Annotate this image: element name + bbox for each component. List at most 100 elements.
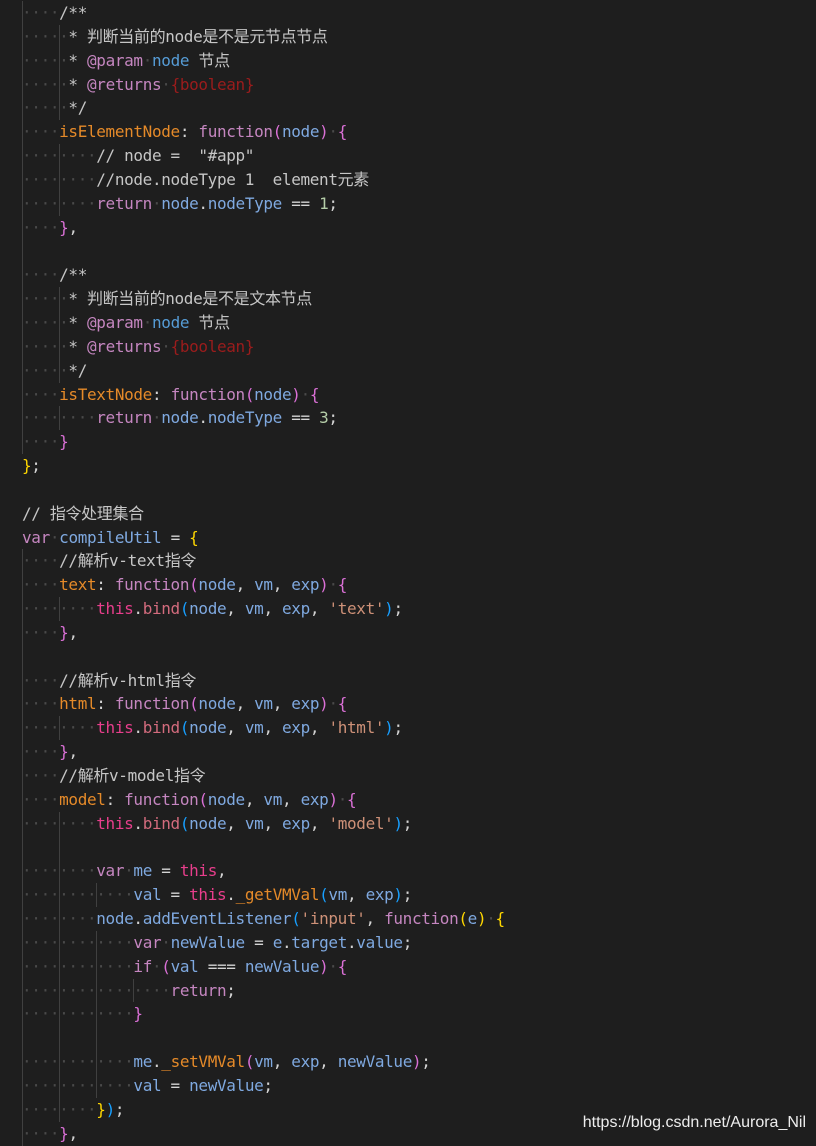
code-token: , bbox=[226, 599, 245, 619]
code-line[interactable]: var·compileUtil = { bbox=[22, 526, 816, 550]
code-token: this bbox=[96, 599, 134, 619]
code-token: , bbox=[263, 813, 283, 833]
whitespace-marker: ············ bbox=[22, 956, 134, 976]
whitespace-marker: ············ bbox=[22, 1052, 134, 1072]
code-line[interactable] bbox=[22, 644, 816, 669]
code-token: ; bbox=[114, 1099, 125, 1119]
code-line[interactable]: ·····* @returns·{boolean} bbox=[22, 72, 816, 97]
indent-guide bbox=[22, 382, 23, 407]
indent-guide bbox=[59, 1002, 60, 1027]
code-line[interactable]: ········var·me = this, bbox=[22, 859, 816, 884]
code-token: ( bbox=[198, 789, 208, 809]
indent-guide bbox=[22, 358, 23, 383]
code-token: ) bbox=[476, 909, 487, 929]
code-line[interactable]: ····//解析v-model指令 bbox=[22, 764, 816, 788]
watermark-url: https://blog.csdn.net/Aurora_Nil bbox=[582, 1114, 806, 1131]
code-token: ; bbox=[393, 599, 403, 619]
code-line[interactable]: ····text: function(node, vm, exp)·{ bbox=[22, 573, 816, 598]
code-token: . bbox=[151, 1052, 162, 1072]
code-line[interactable]: ·····* @param·node 节点 bbox=[22, 48, 816, 73]
code-token: exp bbox=[282, 813, 310, 833]
code-token: ) bbox=[411, 1052, 422, 1072]
code-token: ; bbox=[393, 718, 403, 738]
code-line[interactable]: ·····* @returns·{boolean} bbox=[22, 334, 816, 359]
code-token: ; bbox=[402, 885, 413, 905]
code-line[interactable] bbox=[22, 1026, 816, 1051]
code-line[interactable]: }; bbox=[22, 454, 816, 478]
code-token: vm bbox=[254, 575, 273, 595]
code-token: this bbox=[179, 861, 217, 881]
code-line[interactable]: ·····*/ bbox=[22, 358, 816, 383]
code-token: } bbox=[133, 1004, 143, 1024]
code-line[interactable]: ················return; bbox=[22, 978, 816, 1003]
code-line[interactable]: ········// node = "#app" bbox=[22, 144, 816, 168]
code-token: ) bbox=[291, 384, 301, 404]
code-line[interactable]: ····} bbox=[22, 430, 816, 455]
code-token: @returns bbox=[87, 74, 162, 94]
code-line[interactable]: ····}, bbox=[22, 620, 816, 645]
code-line[interactable]: ········this.bind(node, vm, exp, 'text')… bbox=[22, 597, 816, 621]
code-line[interactable]: ············if·(val === newValue)·{ bbox=[22, 954, 816, 979]
code-token: function bbox=[384, 909, 459, 929]
indent-guide bbox=[22, 1050, 23, 1074]
code-token: text bbox=[59, 575, 97, 595]
code-line[interactable]: ····}, bbox=[22, 740, 816, 764]
code-token: isTextNode bbox=[59, 384, 152, 404]
code-line[interactable]: ·····*/ bbox=[22, 96, 816, 121]
whitespace-marker: ············ bbox=[22, 885, 134, 905]
code-line[interactable]: ····}, bbox=[22, 215, 816, 240]
indent-guide bbox=[22, 48, 23, 73]
indent-guide bbox=[59, 859, 60, 884]
code-line[interactable]: ············val = this._getVMVal(vm, exp… bbox=[22, 883, 816, 908]
code-line[interactable]: ············me._setVMVal(vm, exp, newVal… bbox=[22, 1050, 816, 1074]
code-token: { bbox=[347, 789, 357, 809]
code-line[interactable]: ········//node.nodeType 1 element元素 bbox=[22, 167, 816, 192]
code-line[interactable]: ····isElementNode: function(node)·{ bbox=[22, 120, 816, 145]
code-line[interactable]: ········return·node.nodeType == 3; bbox=[22, 406, 816, 431]
code-token: nodeType bbox=[207, 193, 283, 213]
code-line[interactable]: ····model: function(node, vm, exp)·{ bbox=[22, 787, 816, 812]
indent-guide bbox=[22, 24, 23, 49]
code-line[interactable]: ·····* 判断当前的node是不是元节点节点 bbox=[22, 24, 816, 49]
indent-guide bbox=[22, 406, 23, 431]
code-token: . bbox=[133, 813, 143, 833]
code-editor[interactable]: ····/** ·····* 判断当前的node是不是元节点节点 ·····* @p… bbox=[22, 1, 816, 1146]
code-line[interactable]: ····isTextNode: function(node)·{ bbox=[22, 382, 816, 407]
code-line[interactable]: ············var·newValue = e.target.valu… bbox=[22, 930, 816, 955]
code-token: node bbox=[152, 312, 190, 332]
code-token: == bbox=[281, 408, 320, 428]
code-token: * 判断当前的node是不是元节点节点 bbox=[68, 26, 328, 46]
indent-guide bbox=[59, 835, 60, 860]
code-line[interactable]: ·····* @param·node 节点 bbox=[22, 310, 816, 335]
whitespace-marker: ···· bbox=[22, 122, 60, 142]
code-line[interactable]: ········this.bind(node, vm, exp, 'html')… bbox=[22, 716, 816, 741]
code-line[interactable]: ········node.addEventListener('input', f… bbox=[22, 907, 816, 931]
code-line[interactable]: ········this.bind(node, vm, exp, 'model'… bbox=[22, 811, 816, 836]
code-line[interactable] bbox=[22, 478, 816, 502]
code-line[interactable]: ············val = newValue; bbox=[22, 1073, 816, 1098]
code-token: ) bbox=[328, 789, 338, 809]
code-token: = bbox=[152, 861, 180, 881]
code-line[interactable]: ········return·node.nodeType == 1; bbox=[22, 191, 816, 216]
code-token: val bbox=[170, 956, 199, 976]
code-line[interactable]: // 指令处理集合 bbox=[22, 502, 816, 526]
code-token: , bbox=[226, 813, 245, 833]
code-line[interactable]: ····/** bbox=[22, 1, 816, 25]
code-token: function bbox=[170, 384, 246, 404]
code-line[interactable] bbox=[22, 835, 816, 860]
indent-guide bbox=[22, 96, 23, 121]
code-line[interactable]: ····//解析v-html指令 bbox=[22, 668, 816, 693]
code-token: // node = "#app" bbox=[96, 146, 255, 166]
code-line[interactable] bbox=[22, 239, 816, 264]
code-line[interactable]: ·····* 判断当前的node是不是文本节点 bbox=[22, 287, 816, 311]
code-token: compileUtil bbox=[59, 527, 162, 547]
whitespace-marker: ···· bbox=[22, 789, 60, 809]
code-line[interactable]: ····html: function(node, vm, exp)·{ bbox=[22, 692, 816, 717]
code-token: , bbox=[319, 1052, 338, 1072]
code-token: = bbox=[161, 527, 190, 547]
code-token: , bbox=[263, 718, 283, 738]
code-token: {boolean} bbox=[170, 74, 255, 94]
code-line[interactable]: ····//解析v-text指令 bbox=[22, 549, 816, 574]
code-line[interactable]: ············} bbox=[22, 1002, 816, 1027]
code-line[interactable]: ····/** bbox=[22, 263, 816, 288]
